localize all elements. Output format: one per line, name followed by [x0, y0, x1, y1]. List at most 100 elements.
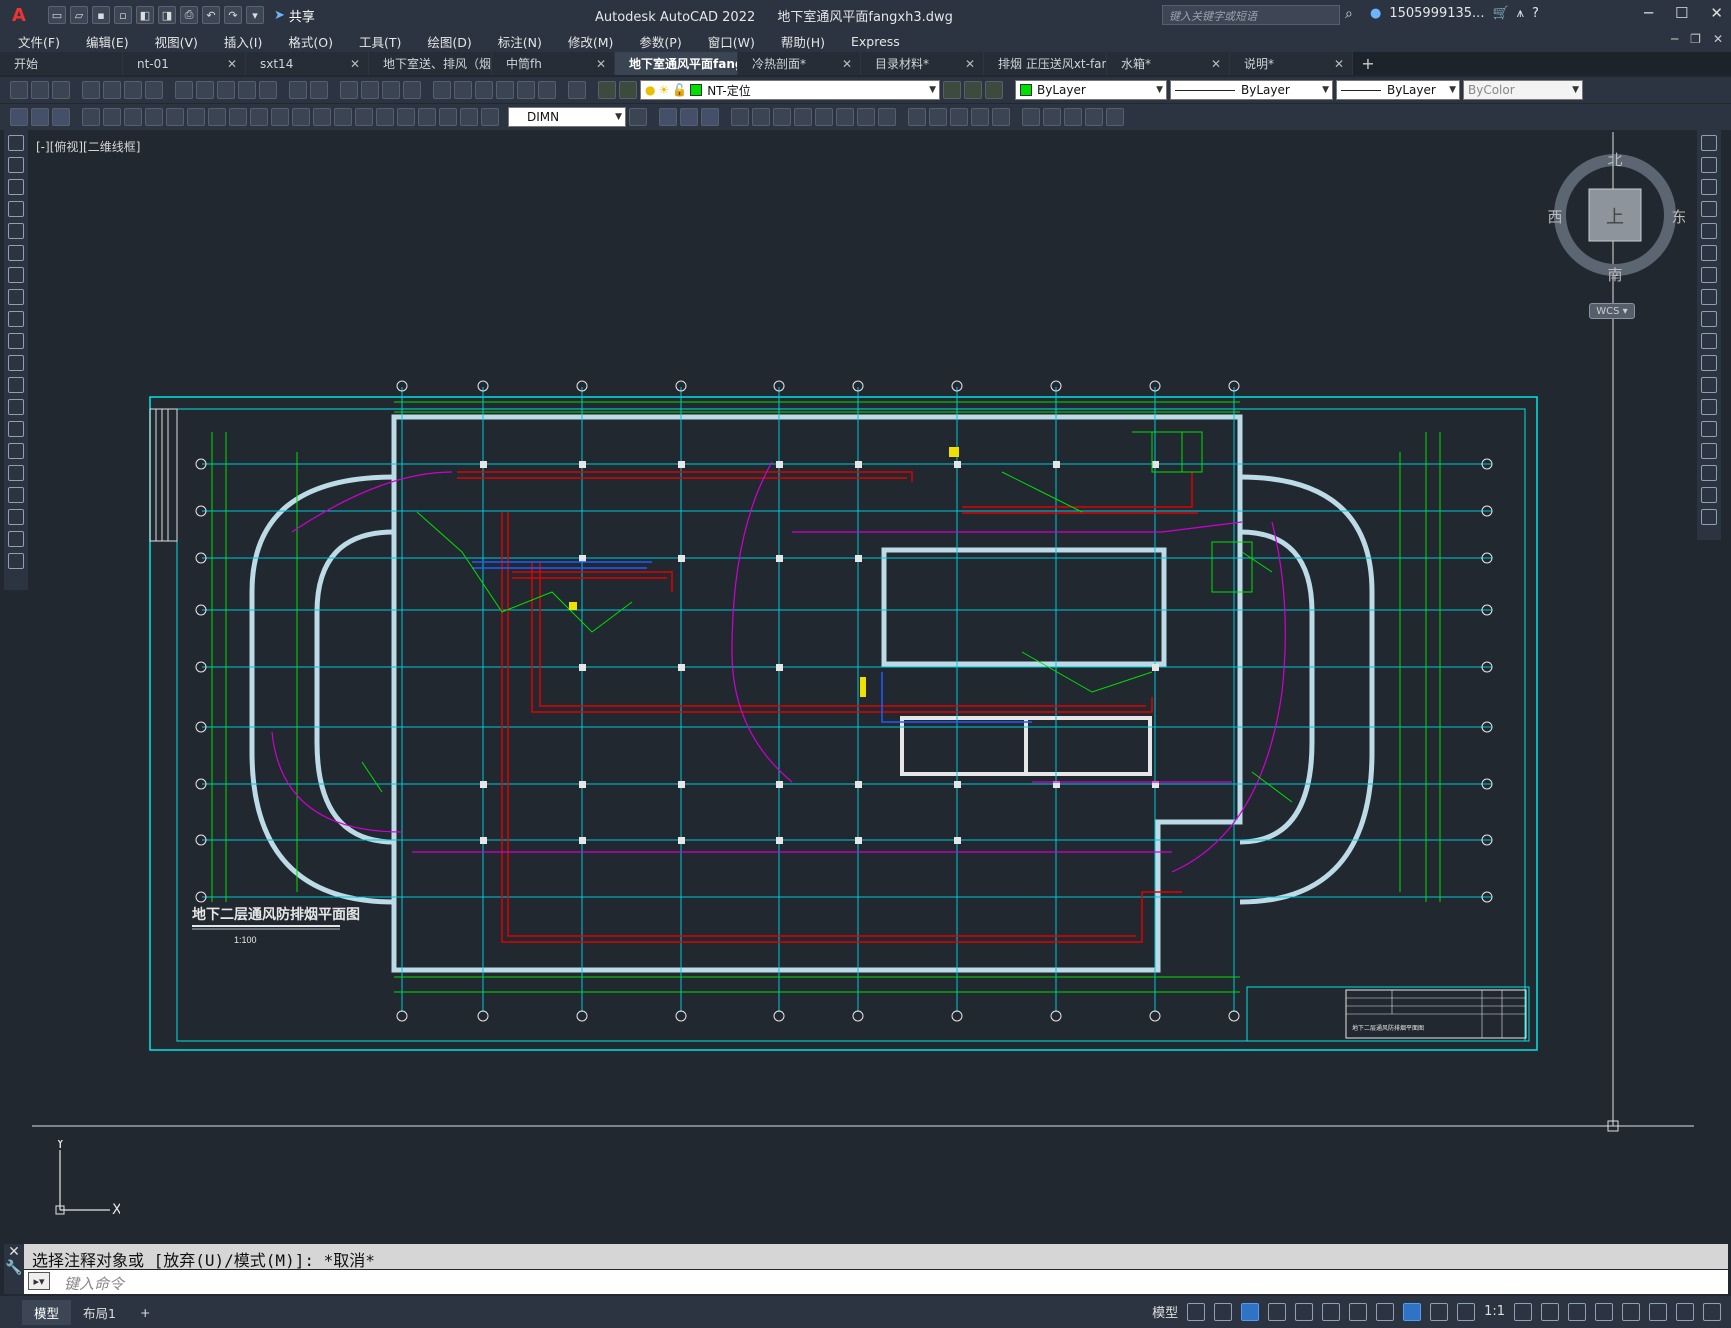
scale-icon[interactable]	[1701, 289, 1717, 305]
layer-dropdown[interactable]: ● ☀ 🔓 NT-定位 ▼	[640, 80, 940, 100]
close-tab-icon[interactable]: ✕	[227, 57, 237, 71]
file-tab[interactable]: 地下室送、排风（烟）系统示意图1✕	[369, 52, 492, 75]
minimize-icon[interactable]: ─	[1644, 4, 1653, 22]
units-icon[interactable]	[1568, 1302, 1586, 1321]
object-snap-icon[interactable]	[1349, 1302, 1368, 1321]
rectangle-icon[interactable]	[8, 223, 24, 239]
dimension-break-icon[interactable]	[334, 108, 352, 126]
inspection-icon[interactable]	[397, 108, 415, 126]
chamfer-icon[interactable]	[950, 108, 968, 126]
arc-icon[interactable]	[8, 245, 24, 261]
file-tab[interactable]: 冷热剖面* ✕	[738, 52, 861, 75]
fillet-icon[interactable]	[971, 108, 989, 126]
hatch-icon[interactable]	[8, 443, 24, 459]
grid-icon[interactable]	[1187, 1302, 1206, 1321]
construction-line-icon[interactable]	[8, 157, 24, 173]
mirror-icon[interactable]	[1701, 179, 1717, 195]
line-icon[interactable]	[8, 135, 24, 151]
new-file-icon[interactable]: ▭	[48, 6, 66, 24]
save-as-icon[interactable]: ▫	[114, 6, 132, 24]
open-web-icon[interactable]: ◧	[136, 6, 154, 24]
plot-preview-icon[interactable]	[103, 81, 121, 99]
stretch-icon[interactable]	[1701, 311, 1717, 327]
annotation-scale-value[interactable]: 1:1	[1484, 1304, 1505, 1319]
help-icon[interactable]	[568, 81, 586, 99]
break-icon[interactable]	[1701, 399, 1717, 415]
plot-icon[interactable]: ⎙	[180, 6, 198, 24]
blend-curves-icon[interactable]	[1701, 487, 1717, 503]
fillet-icon[interactable]	[1701, 465, 1717, 481]
file-tab[interactable]: 说明* ✕	[1230, 52, 1353, 75]
menu-item[interactable]: 工具(T)	[346, 32, 414, 51]
layer-match-icon[interactable]	[985, 81, 1003, 99]
erase-icon[interactable]	[659, 108, 677, 126]
baseline-dimension-icon[interactable]	[271, 108, 289, 126]
gradient-icon[interactable]	[8, 465, 24, 481]
close-tab-icon[interactable]: ✕	[1211, 57, 1221, 71]
menu-item[interactable]: 帮助(H)	[768, 32, 838, 51]
insert-block-icon[interactable]	[1022, 108, 1040, 126]
dimension-update-icon[interactable]	[481, 108, 499, 126]
make-current-layer-icon[interactable]	[943, 81, 961, 99]
array-icon[interactable]	[1701, 223, 1717, 239]
viewcube[interactable]: 上 北 南 东 西	[1545, 145, 1686, 285]
menu-item[interactable]: 视图(V)	[142, 32, 211, 51]
polygon-icon[interactable]	[8, 201, 24, 217]
viewport-controls[interactable]: [-][俯视][二维线框]	[36, 138, 140, 155]
attach-icon[interactable]	[1064, 108, 1082, 126]
menu-item[interactable]: 文件(F)	[0, 32, 73, 51]
user-menu[interactable]: ● 1505999135... 🛒 ⩚ ?	[1370, 6, 1539, 21]
make-block-icon[interactable]	[1043, 108, 1061, 126]
extend-icon[interactable]	[1701, 355, 1717, 371]
copy-icon[interactable]	[196, 81, 214, 99]
file-tab[interactable]: 目录材料* ✕	[861, 52, 984, 75]
doc-restore-icon[interactable]: ❐	[1690, 32, 1701, 46]
menu-item[interactable]: 绘图(D)	[414, 32, 484, 51]
search-input[interactable]: 键入关键字或短语	[1162, 5, 1340, 25]
close-tab-icon[interactable]: ✕	[842, 57, 852, 71]
close-tab-icon[interactable]: ✕	[596, 57, 606, 71]
mtext-icon[interactable]	[8, 531, 24, 547]
menu-item[interactable]: 格式(O)	[275, 32, 346, 51]
autodesk-app-icon[interactable]: ⩚	[1517, 6, 1524, 21]
file-tab[interactable]: 中筒fh ✕	[492, 52, 615, 75]
isodraft-icon[interactable]	[1295, 1302, 1314, 1321]
erase-icon[interactable]	[1701, 135, 1717, 151]
close-tab-icon[interactable]: ✕	[965, 57, 975, 71]
cart-icon[interactable]: 🛒	[1492, 6, 1508, 21]
lineweight-dropdown[interactable]: ByLayer ▼	[1336, 80, 1460, 100]
chamfer-icon[interactable]	[1701, 443, 1717, 459]
layer-properties-icon[interactable]	[598, 81, 616, 99]
cut-icon[interactable]	[175, 81, 193, 99]
menu-item[interactable]: 窗口(W)	[695, 32, 768, 51]
workspace-dropdown-icon[interactable]: ▾	[246, 6, 264, 24]
ortho-icon[interactable]	[1241, 1302, 1260, 1321]
quickcalc-icon[interactable]	[538, 81, 556, 99]
autocad-logo-icon[interactable]: A	[8, 4, 30, 26]
polar-icon[interactable]	[1268, 1302, 1287, 1321]
ellipse-arc-icon[interactable]	[8, 355, 24, 371]
sheet-set-icon[interactable]	[496, 81, 514, 99]
close-icon[interactable]: ✕	[4, 1244, 24, 1260]
properties-icon[interactable]	[433, 81, 451, 99]
join-icon[interactable]	[1701, 421, 1717, 437]
polyline-icon[interactable]	[8, 179, 24, 195]
snap-icon[interactable]	[1214, 1302, 1233, 1321]
publish-icon[interactable]	[124, 81, 142, 99]
break-icon[interactable]	[908, 108, 926, 126]
wcs-menu[interactable]: WCS ▾	[1589, 303, 1635, 319]
dimension-space-icon[interactable]	[313, 108, 331, 126]
dimension-text-edit-icon[interactable]	[460, 108, 478, 126]
design-center-icon[interactable]	[454, 81, 472, 99]
doc-close-icon[interactable]: ✕	[1713, 32, 1723, 46]
drawing-canvas[interactable]: 地下二层通风防排烟平面图 1:100 地下二层通风防排烟平面图	[32, 132, 1694, 1236]
search-icon[interactable]: ⌕	[1345, 6, 1353, 22]
point-icon[interactable]	[8, 421, 24, 437]
redo-icon[interactable]: ↷	[224, 6, 242, 24]
paste-icon[interactable]	[217, 81, 235, 99]
quick-dimension-icon[interactable]	[250, 108, 268, 126]
continue-dimension-icon[interactable]	[292, 108, 310, 126]
new-icon[interactable]	[10, 81, 28, 99]
pan-icon[interactable]	[340, 81, 358, 99]
region-icon[interactable]	[8, 487, 24, 503]
